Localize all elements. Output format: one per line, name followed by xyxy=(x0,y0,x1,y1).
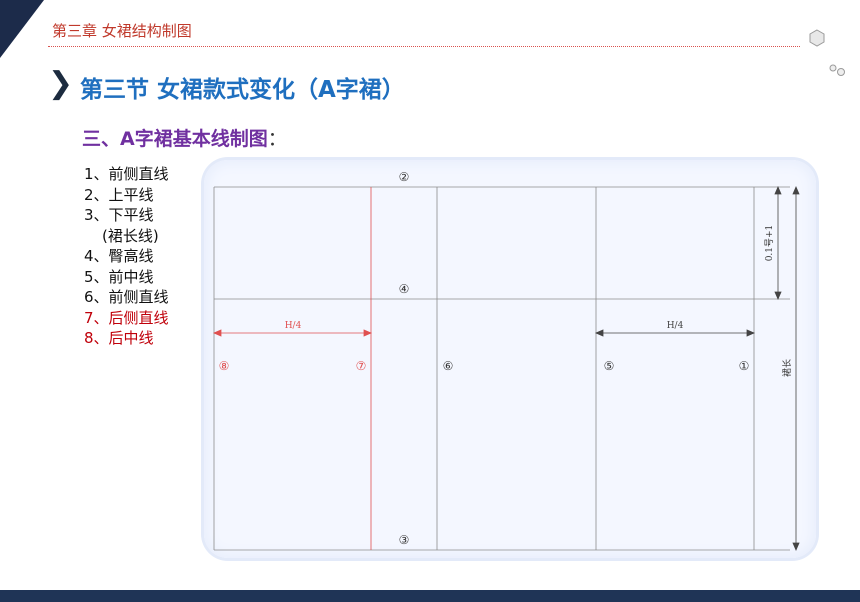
marker-2: ② xyxy=(399,170,410,184)
marker-3: ③ xyxy=(399,533,410,547)
marker-8: ⑧ xyxy=(219,359,230,373)
marker-5: ⑤ xyxy=(604,359,615,373)
marker-7: ⑦ xyxy=(356,359,367,373)
dim-length-label: 裙长 xyxy=(781,359,793,377)
dim-right-label: H/4 xyxy=(667,321,684,331)
dim-hip-label: 0.1号+1 xyxy=(764,225,775,262)
marker-4: ④ xyxy=(399,282,410,296)
footer-bar xyxy=(0,590,860,602)
skirt-draft-diagram: ② ④ ③ ⑥ ⑤ ① ⑧ ⑦ H/4 H/4 0.1号+1 裙长 xyxy=(212,170,800,552)
dim-left-label: H/4 xyxy=(285,321,302,331)
marker-6: ⑥ xyxy=(443,359,454,373)
marker-1: ① xyxy=(739,359,750,373)
